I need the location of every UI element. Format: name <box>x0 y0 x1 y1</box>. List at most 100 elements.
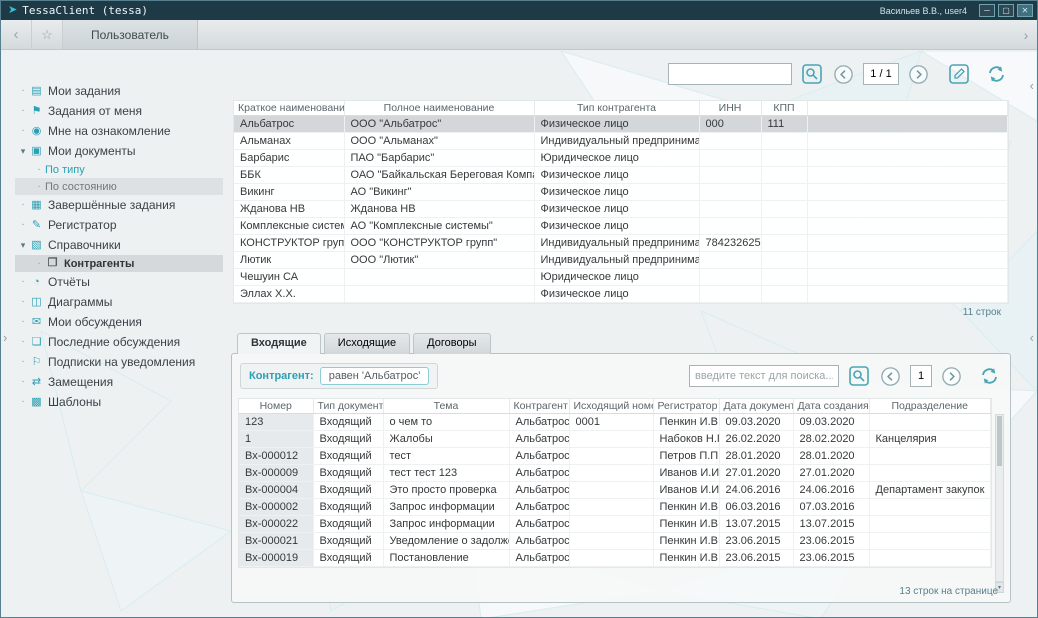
cell <box>569 481 653 498</box>
sidebar-expand-handle[interactable]: › <box>3 331 7 344</box>
table-row[interactable]: Вх-000009Входящийтест тест 123АльбатросИ… <box>239 464 991 481</box>
filter-label: Контрагент: <box>249 370 314 382</box>
column-header[interactable]: Тип контрагента <box>534 101 699 115</box>
sidebar-item-notification-subscriptions[interactable]: ▪⚐Подписки на уведомления <box>15 352 223 372</box>
back-button[interactable]: ‹ <box>1 20 32 49</box>
doc-tab-incoming[interactable]: Входящие <box>237 333 321 354</box>
cell <box>761 200 807 217</box>
scrollbar-thumb[interactable] <box>997 416 1002 466</box>
folder-icon: ❒ <box>45 258 60 269</box>
collapse-arrow-icon[interactable]: ▾ <box>17 240 29 251</box>
tabstrip-scroll-right[interactable]: › <box>1015 20 1037 49</box>
table-row[interactable]: ВикингАО "Викинг"Физическое лицо <box>234 183 1008 200</box>
table-row[interactable]: Вх-000022ВходящийЗапрос информацииАльбат… <box>239 515 991 532</box>
tab-user[interactable]: Пользователь <box>63 20 198 49</box>
contractors-search-input[interactable] <box>668 63 792 85</box>
table-row[interactable]: Комплексные системыАО "Комплексные систе… <box>234 217 1008 234</box>
cell: Запрос информации <box>383 498 509 515</box>
cell: тест тест 123 <box>383 464 509 481</box>
table-row[interactable]: ЛютикООО "Лютик"Индивидуальный предприни… <box>234 251 1008 268</box>
column-header[interactable]: Подразделение <box>869 399 991 413</box>
column-header[interactable]: Номер <box>239 399 313 413</box>
table-row[interactable]: БарбарисПАО "Барбарис"Юридическое лицо <box>234 149 1008 166</box>
table-row[interactable]: АльманахООО "Альманах"Индивидуальный пре… <box>234 132 1008 149</box>
column-header[interactable]: Тема <box>383 399 509 413</box>
documents-search-input[interactable] <box>689 365 839 387</box>
sidebar-item-templates[interactable]: ▪▩Шаблоны <box>15 392 223 412</box>
column-header[interactable]: ИНН <box>699 101 761 115</box>
cell: Альбатрос <box>509 447 569 464</box>
sidebar-item-by-state[interactable]: ▪По состоянию <box>15 178 223 195</box>
column-header[interactable]: КПП <box>761 101 807 115</box>
documents-toolbar: Контрагент: равен 'Альбатрос' 1 <box>240 360 1002 392</box>
filter-value[interactable]: равен 'Альбатрос' <box>320 367 430 385</box>
sidebar-item-label: Мои задания <box>48 84 121 98</box>
cell: Физическое лицо <box>534 166 699 183</box>
documents-scrollbar[interactable]: ▾ <box>995 414 1004 582</box>
table-row[interactable]: 1ВходящийЖалобыАльбатросНабоков Н.П.26.0… <box>239 430 991 447</box>
bullet-icon: ▪ <box>17 339 29 345</box>
favorites-button[interactable]: ☆ <box>32 20 63 49</box>
cell: Входящий <box>313 532 383 549</box>
sidebar-item-tasks-from-me[interactable]: ▪⚑Задания от меня <box>15 101 223 121</box>
table-row[interactable]: Вх-000021ВходящийУведомление о задолженн… <box>239 532 991 549</box>
table-row[interactable]: Вх-000004ВходящийЭто просто проверкаАльб… <box>239 481 991 498</box>
sidebar-item-recent-discussions[interactable]: ▪❏Последние обсуждения <box>15 332 223 352</box>
edit-button[interactable] <box>946 62 971 87</box>
column-header[interactable]: Контрагент <box>509 399 569 413</box>
sidebar-item-my-documents[interactable]: ▾▣Мои документы <box>15 141 223 161</box>
right-panel-handle-bottom[interactable]: ‹ <box>1030 331 1034 344</box>
sidebar-item-my-discussions[interactable]: ▪✉Мои обсуждения <box>15 312 223 332</box>
table-row[interactable]: Жданова НВЖданова НВФизическое лицо <box>234 200 1008 217</box>
maximize-button[interactable]: ▢ <box>998 4 1014 17</box>
minimize-button[interactable]: ─ <box>979 4 995 17</box>
filler-cell <box>807 251 1008 268</box>
refresh-button[interactable] <box>984 62 1009 87</box>
table-row[interactable]: АльбатросООО "Альбатрос"Физическое лицо0… <box>234 115 1008 132</box>
sidebar-item-label: Отчёты <box>48 275 90 289</box>
sidebar-item-my-tasks[interactable]: ▪▤Мои задания <box>15 81 223 101</box>
prev-page-button[interactable] <box>831 62 856 87</box>
sidebar-item-contractors[interactable]: ▪❒Контрагенты <box>15 255 223 272</box>
table-row[interactable]: Вх-000002ВходящийЗапрос информацииАльбат… <box>239 498 991 515</box>
documents-refresh-button[interactable] <box>977 364 1002 389</box>
cell: Пенкин И.В. <box>653 498 719 515</box>
right-panel-handle-top[interactable]: ‹ <box>1030 79 1034 92</box>
close-button[interactable]: ✕ <box>1017 4 1033 17</box>
substitutions-icon: ⇄ <box>29 377 44 388</box>
doc-tab-contracts[interactable]: Договоры <box>413 333 490 354</box>
sidebar-item-substitutions[interactable]: ▪⇄Замещения <box>15 372 223 392</box>
sidebar-item-handbooks[interactable]: ▾▧Справочники <box>15 235 223 255</box>
column-header[interactable]: Краткое наименование▲ <box>234 101 344 115</box>
cell: Физическое лицо <box>534 217 699 234</box>
table-row[interactable]: Вх-000012ВходящийтестАльбатросПетров П.П… <box>239 447 991 464</box>
table-row[interactable]: Чешуин САЮридическое лицо <box>234 268 1008 285</box>
column-header[interactable]: Дата документа <box>719 399 793 413</box>
refresh-icon <box>984 62 1009 86</box>
table-row[interactable]: Вх-000019ВходящийПостановлениеАльбатросП… <box>239 549 991 566</box>
search-button[interactable] <box>799 62 824 87</box>
sidebar-item-diagrams[interactable]: ▪◫Диаграммы <box>15 292 223 312</box>
sidebar-item-registrar[interactable]: ▪✎Регистратор <box>15 215 223 235</box>
next-page-button[interactable] <box>906 62 931 87</box>
column-header[interactable]: Регистратор <box>653 399 719 413</box>
documents-next-page-button[interactable] <box>939 364 964 389</box>
documents-search-button[interactable] <box>846 364 871 389</box>
sidebar-item-label: По состоянию <box>45 181 117 193</box>
column-header[interactable]: Дата создания▼ <box>793 399 869 413</box>
column-header[interactable]: Полное наименование <box>344 101 534 115</box>
collapse-arrow-icon[interactable]: ▾ <box>17 146 29 157</box>
sidebar-item-completed-tasks[interactable]: ▪▦Завершённые задания <box>15 195 223 215</box>
table-row[interactable]: Эллах Х.Х.Физическое лицо <box>234 285 1008 302</box>
table-row[interactable]: ББКОАО "Байкальская Береговая Компания"Ф… <box>234 166 1008 183</box>
doc-tab-outgoing[interactable]: Исходящие <box>324 333 410 354</box>
table-row[interactable]: КОНСТРУКТОР группООО "КОНСТРУКТОР групп"… <box>234 234 1008 251</box>
table-row[interactable]: 123Входящийо чем тоАльбатрос0001Пенкин И… <box>239 413 991 430</box>
filter-chip[interactable]: Контрагент: равен 'Альбатрос' <box>240 363 438 389</box>
column-header[interactable]: Исходящий номер <box>569 399 653 413</box>
column-header[interactable]: Тип документа <box>313 399 383 413</box>
sidebar-item-by-type[interactable]: ▪По типу <box>15 161 223 178</box>
documents-prev-page-button[interactable] <box>878 364 903 389</box>
sidebar-item-for-review[interactable]: ▪◉Мне на ознакомление <box>15 121 223 141</box>
sidebar-item-reports[interactable]: ▪◔Отчёты <box>15 272 223 292</box>
